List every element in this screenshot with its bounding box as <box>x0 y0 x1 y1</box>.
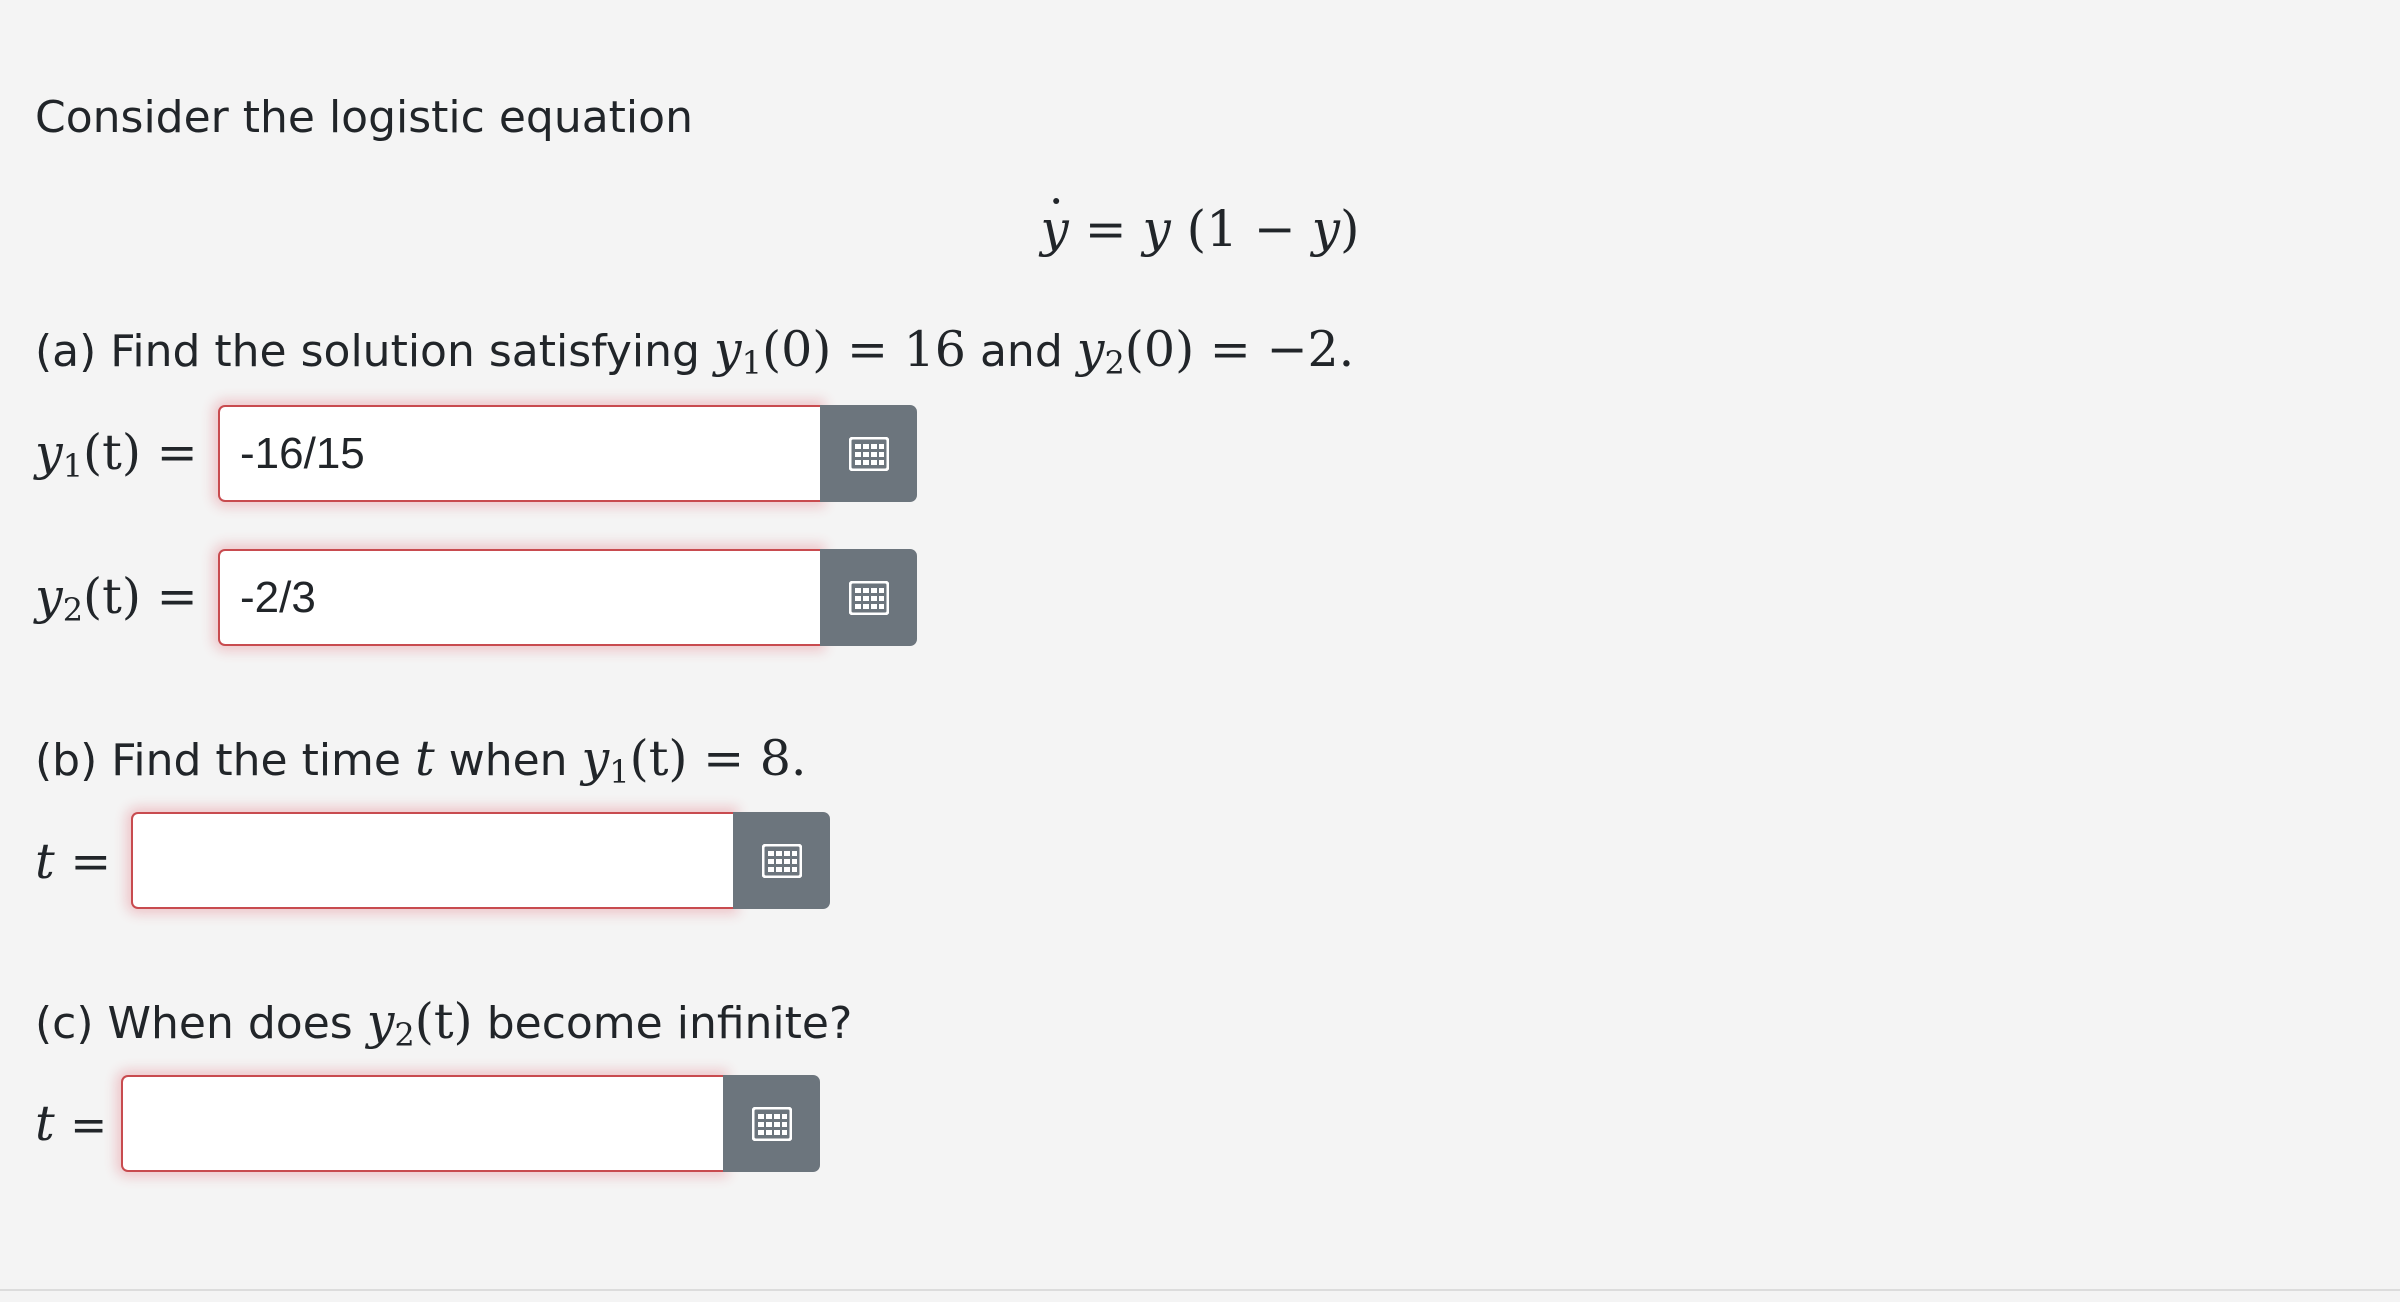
part-b-t: t <box>415 730 435 787</box>
y1-answer-input[interactable] <box>218 405 820 502</box>
question-page: Consider the logistic equation y = y (1 … <box>0 0 2400 1302</box>
intro-text: Consider the logistic equation <box>35 92 693 143</box>
keypad-grid-icon <box>751 1106 792 1141</box>
bottom-divider <box>0 1289 2400 1291</box>
y1-palette-button[interactable] <box>820 405 917 502</box>
keypad-grid-icon <box>848 436 889 471</box>
part-c-prefix: (c) When does <box>35 998 353 1049</box>
y1-answer-group <box>218 405 917 502</box>
logistic-equation: y = y (1 − y) <box>0 196 2400 262</box>
part-c-cond: y2(t) <box>366 993 473 1055</box>
part-a-cond2: y2(0) = −2. <box>1076 321 1355 383</box>
eq-inner-var: y <box>1311 200 1340 258</box>
y2-palette-button[interactable] <box>820 549 917 646</box>
part-a-cond1: y1(0) = 16 <box>713 321 966 383</box>
keypad-grid-icon <box>848 580 889 615</box>
eq-ydot: y <box>1041 196 1069 262</box>
keypad-grid-icon <box>761 843 802 878</box>
part-c-answer-group <box>121 1075 820 1172</box>
part-b-t-label: t = <box>35 833 112 890</box>
part-a-question: (a) Find the solution satisfying y1(0) =… <box>35 322 1354 383</box>
eq-minus: − <box>1253 200 1296 258</box>
y2-answer-input[interactable] <box>218 549 820 646</box>
y2-answer-group <box>218 549 917 646</box>
eq-open-paren: ( <box>1186 200 1207 258</box>
eq-one: 1 <box>1206 200 1238 258</box>
part-c-t-label: t = <box>35 1095 108 1152</box>
part-b-palette-button[interactable] <box>733 812 830 909</box>
part-b-question: (b) Find the time t when y1(t) = 8. <box>35 731 807 792</box>
eq-equals: = <box>1084 200 1127 258</box>
part-c-suffix: become infinite? <box>486 998 853 1049</box>
part-c-palette-button[interactable] <box>723 1075 820 1172</box>
part-b-prefix: (b) Find the time <box>35 735 401 786</box>
y2-label: y2(t) = <box>35 568 198 629</box>
part-b-when: when <box>448 735 568 786</box>
part-b-cond: y1(t) = 8. <box>581 730 807 792</box>
y1-label: y1(t) = <box>35 424 198 485</box>
eq-close-paren: ) <box>1339 200 1360 258</box>
part-b-answer-input[interactable] <box>131 812 733 909</box>
part-c-question: (c) When does y2(t) become infinite? <box>35 994 852 1055</box>
part-c-answer-input[interactable] <box>121 1075 723 1172</box>
part-b-answer-group <box>131 812 830 909</box>
part-a-prefix: (a) Find the solution satisfying <box>35 326 700 377</box>
part-a-and: and <box>979 326 1063 377</box>
eq-rhs-var: y <box>1142 200 1171 258</box>
